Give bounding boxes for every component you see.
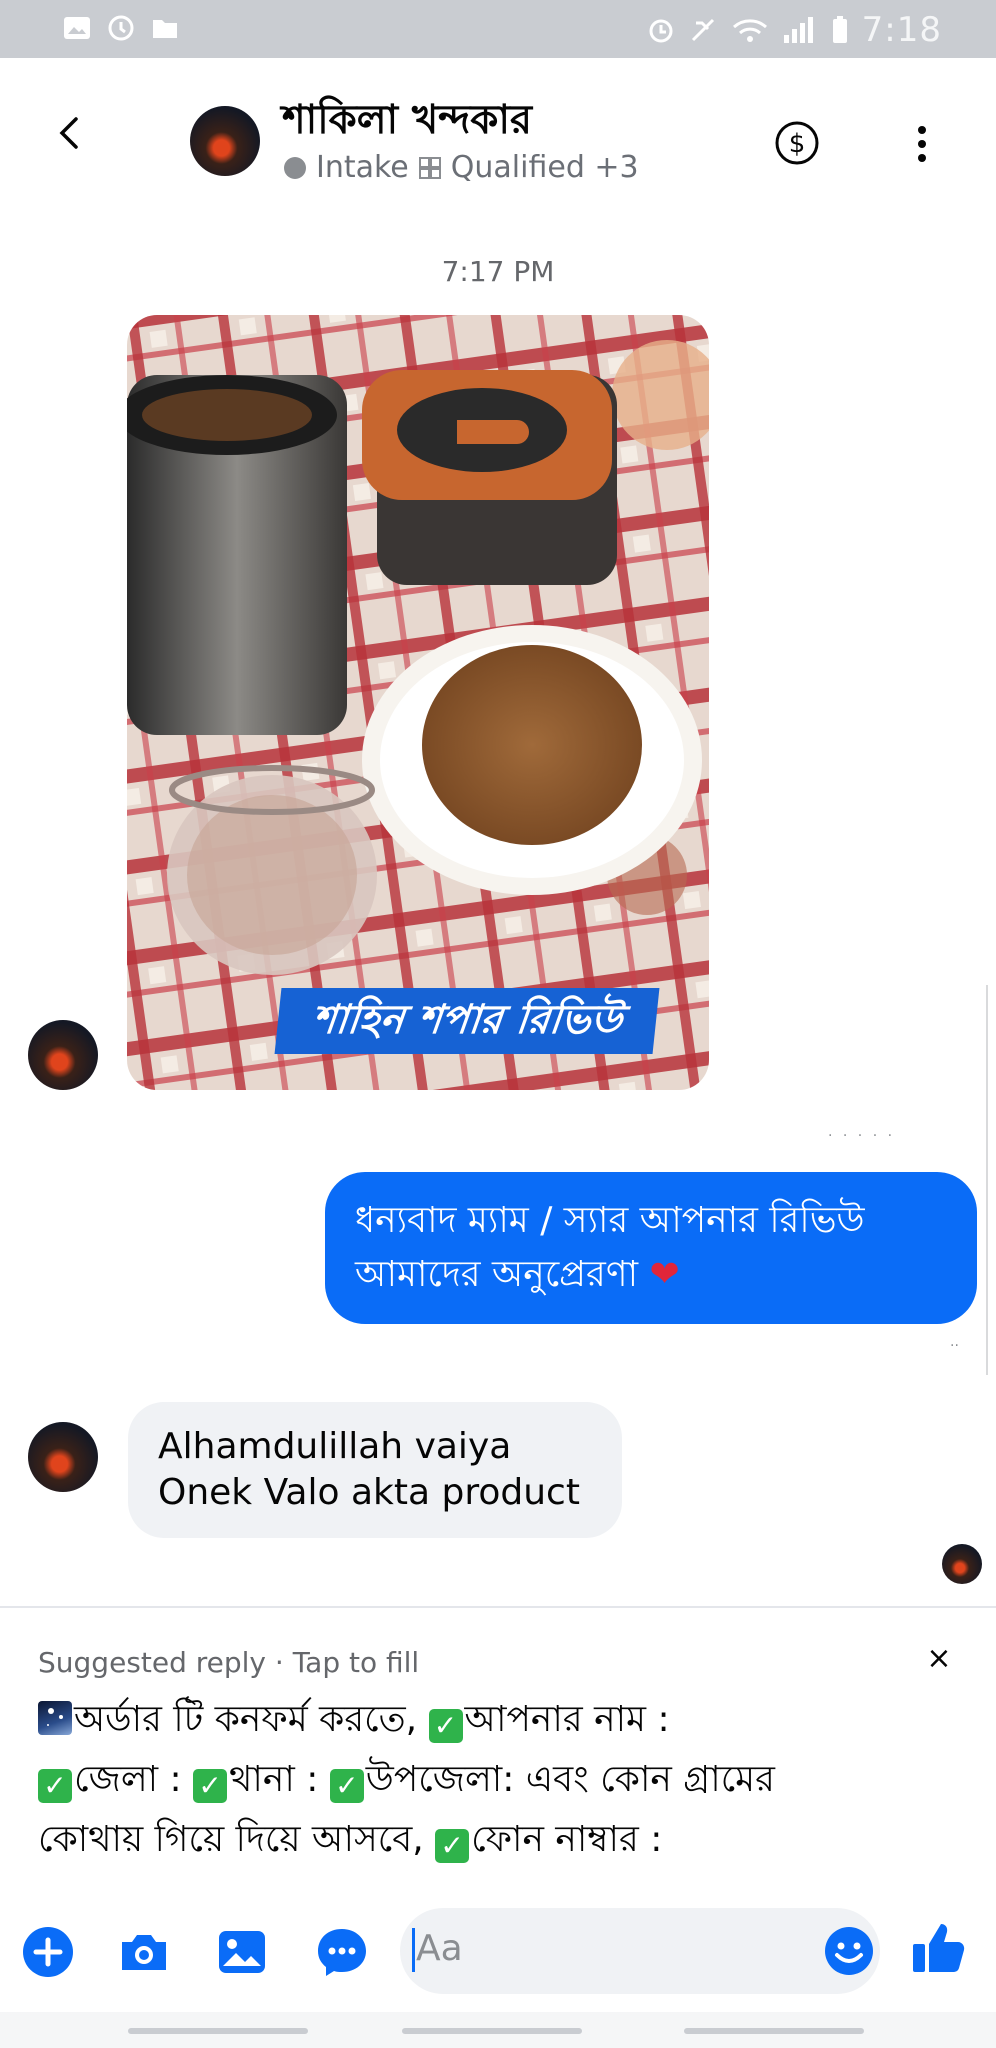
outgoing-message-line2-wrap: আমাদের অনুপ্রেরণা ❤ (355, 1248, 947, 1302)
check-mark-icon: ✓ (193, 1769, 228, 1803)
message-input[interactable]: Aa (400, 1908, 880, 1994)
contact-name[interactable]: শাকিলা খন্দকার (282, 88, 532, 155)
folder-notification-icon (153, 20, 177, 38)
nav-handle-left[interactable] (128, 2028, 308, 2034)
close-icon[interactable]: × (924, 1644, 954, 1674)
like-icon[interactable] (908, 1918, 968, 1978)
sender-avatar[interactable] (28, 1020, 98, 1090)
system-status: 7:18 (646, 10, 942, 50)
status-dot-icon (284, 156, 306, 179)
camera-icon[interactable] (116, 1924, 172, 1980)
wifi-icon (732, 19, 767, 42)
image-notification-icon (64, 17, 90, 39)
notification-icons (62, 14, 180, 42)
plus-icon[interactable] (20, 1924, 76, 1980)
message-input-placeholder: Aa (416, 1928, 463, 1969)
contact-labels[interactable]: Intake Qualified +3 (284, 150, 639, 185)
night-sky-emoji-icon (38, 1701, 72, 1735)
signal-icon (783, 17, 813, 43)
review-photo[interactable] (127, 315, 709, 1090)
message-composer: Aa (0, 1888, 996, 2012)
incoming-message-line1: Alhamdulillah vaiya (158, 1426, 512, 1467)
suggested-part5: উপজেলা: এবং কোন গ্রামের (365, 1759, 775, 1800)
nav-handle-center[interactable] (402, 2028, 582, 2034)
mute-icon (691, 18, 714, 42)
message-timestamp: 7:17 PM (441, 255, 555, 288)
suggested-part7: ফোন নাম্বার : (471, 1819, 663, 1860)
read-receipt-avatar (942, 1544, 982, 1584)
incoming-message[interactable]: Alhamdulillah vaiya Onek Valo akta produ… (128, 1402, 622, 1538)
sender-avatar[interactable] (28, 1422, 98, 1492)
incoming-message-line2: Onek Valo akta product (158, 1472, 580, 1513)
dollar-icon[interactable]: $ (774, 120, 820, 166)
check-mark-icon: ✓ (428, 1709, 463, 1743)
heart-emoji: ❤ (649, 1254, 680, 1295)
outgoing-message[interactable]: ধন্যবাদ ম্যাম / স্যার আপনার রিভিউ আমাদের… (325, 1172, 977, 1324)
check-mark-icon: ✓ (38, 1769, 72, 1803)
delivery-meta: · · · · · (828, 1128, 896, 1144)
suggested-reply-heading: Suggested reply · Tap to fill (38, 1646, 420, 1679)
status-bar: 7:18 (0, 0, 996, 58)
suggested-part4: থানা : (229, 1759, 330, 1800)
suggested-part2: আপনার নাম : (464, 1699, 670, 1740)
more-icon[interactable] (912, 124, 932, 164)
photo-caption: শাহিন শপার রিভিউ (274, 988, 660, 1054)
text-caret (412, 1928, 415, 1972)
gallery-icon[interactable] (214, 1924, 270, 1980)
contact-avatar[interactable] (190, 106, 260, 176)
alarm-icon (649, 19, 673, 43)
suggested-part3: জেলা : (74, 1759, 194, 1800)
outgoing-message-line1: ধন্যবাদ ম্যাম / স্যার আপনার রিভিউ (355, 1200, 865, 1241)
system-nav-bar (0, 2012, 996, 2048)
check-mark-icon: ✓ (329, 1769, 364, 1803)
check-mark-icon: ✓ (435, 1829, 470, 1863)
suggested-part1: অর্ডার টি কনফর্ম করতে, (74, 1699, 429, 1740)
suggested-reply-panel[interactable]: Suggested reply · Tap to fill × অর্ডার ট… (0, 1606, 996, 1888)
suggested-part6: কোথায় গিয়ে দিয়ে আসবে, (38, 1819, 436, 1860)
back-icon[interactable] (50, 113, 90, 153)
clock-notification-icon (108, 15, 134, 41)
review-photo-image (127, 315, 709, 1090)
clock: 7:18 (861, 10, 942, 50)
sent-indicator: ·· (950, 1338, 959, 1354)
suggested-reply-text[interactable]: অর্ডার টি কনফর্ম করতে, ✓ আপনার নাম : ✓ জেল… (38, 1690, 968, 1870)
outgoing-message-line2: আমাদের অনুপ্রেরণা (355, 1254, 639, 1295)
conversation-header: শাকিলা খন্দকার Intake Qualified +3 $ (0, 58, 996, 208)
battery-icon (832, 16, 847, 43)
status-label: Intake (316, 150, 409, 185)
scroll-edge (986, 985, 990, 1375)
tag-icon (418, 156, 441, 179)
tag-label: Qualified +3 (450, 150, 639, 185)
chat-icon[interactable] (314, 1924, 370, 1980)
nav-handle-right[interactable] (684, 2028, 864, 2034)
svg-text:$: $ (789, 129, 806, 159)
emoji-icon[interactable] (822, 1924, 876, 1978)
